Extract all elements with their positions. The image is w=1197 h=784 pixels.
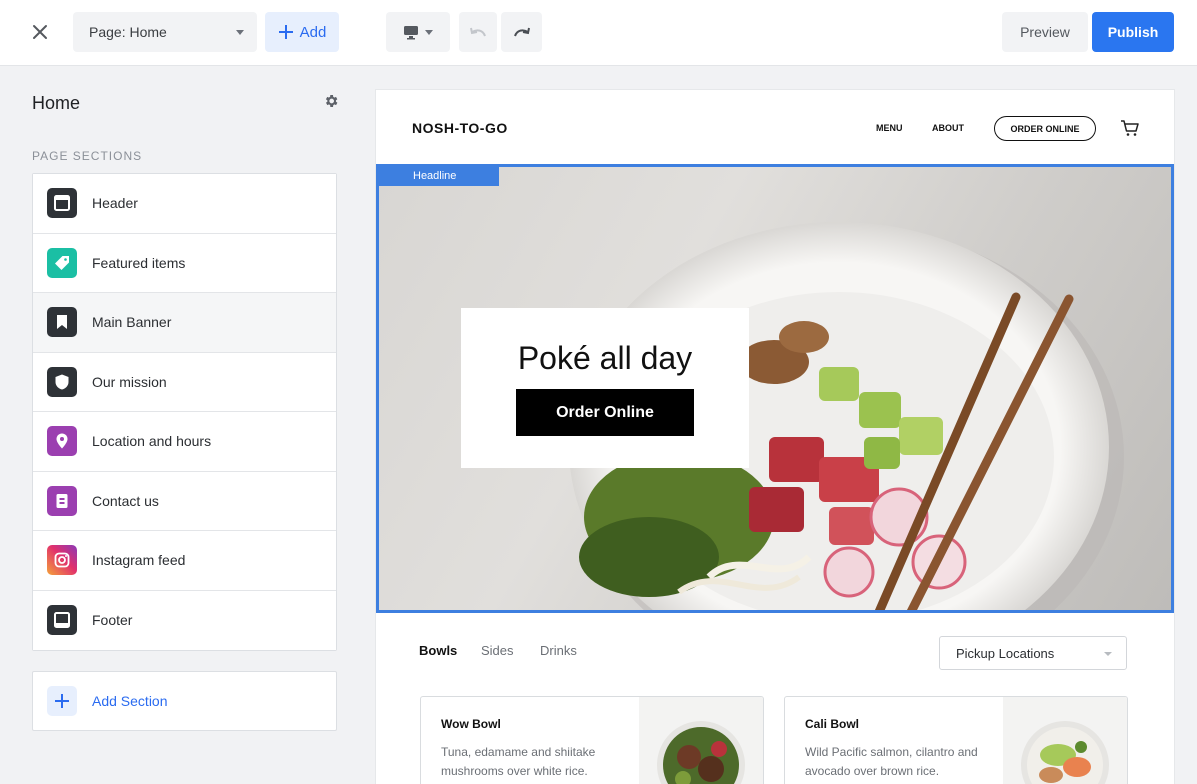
page-select-value: Page: Home: [89, 24, 167, 40]
menu-item-description: Tuna, edamame and shiitake mushrooms ove…: [441, 745, 596, 778]
page-settings-button[interactable]: [323, 93, 339, 109]
publish-button[interactable]: Publish: [1092, 12, 1174, 52]
plus-icon: [47, 686, 77, 716]
add-button[interactable]: Add: [265, 12, 339, 52]
bookmark-icon: [47, 307, 77, 338]
page-select-dropdown[interactable]: Page: Home: [73, 12, 257, 52]
section-item-label: Our mission: [92, 373, 167, 390]
close-button[interactable]: [28, 20, 52, 44]
section-item-instagram-feed[interactable]: Instagram feed: [33, 531, 336, 591]
footer-icon: [47, 605, 77, 636]
section-item-featured-items[interactable]: Featured items: [33, 233, 336, 293]
nav-link-about[interactable]: ABOUT: [932, 123, 964, 133]
page-sections-list: Header Featured items Main Banner Our mi…: [32, 173, 337, 651]
menu-item-thumbnail: [639, 697, 763, 784]
section-item-footer[interactable]: Footer: [33, 590, 336, 650]
section-item-label: Featured items: [92, 254, 186, 271]
menu-item-name: Wow Bowl: [441, 717, 501, 731]
add-section-label: Add Section: [92, 693, 168, 709]
menu-item-card[interactable]: Cali Bowl Wild Pacific salmon, cilantro …: [784, 696, 1128, 784]
section-item-location-and-hours[interactable]: Location and hours: [33, 412, 336, 472]
menu-item-name: Cali Bowl: [805, 717, 860, 731]
section-item-contact-us[interactable]: Contact us: [33, 471, 336, 531]
hero-card[interactable]: Poké all day Order Online: [461, 308, 749, 468]
sidebar: Home PAGE SECTIONS Header Featured items…: [0, 67, 360, 784]
site-preview-canvas: NOSH-TO-GO MENU ABOUT ORDER ONLINE Headl…: [376, 90, 1174, 784]
menu-item-thumbnail: [1003, 697, 1127, 784]
tab-sides[interactable]: Sides: [481, 643, 514, 658]
main-banner-section[interactable]: Headline Poké all day Order Online: [376, 164, 1174, 613]
section-item-label: Footer: [92, 612, 133, 629]
plus-icon: [278, 25, 293, 39]
selection-label-headline: Headline: [379, 167, 499, 186]
site-header[interactable]: NOSH-TO-GO MENU ABOUT ORDER ONLINE: [376, 90, 1174, 164]
bowl-image-icon: [1021, 721, 1109, 784]
bowl-image-icon: [657, 721, 745, 784]
pickup-locations-value: Pickup Locations: [956, 645, 1055, 661]
section-item-label: Main Banner: [92, 314, 172, 331]
header-icon: [47, 188, 77, 219]
tab-drinks[interactable]: Drinks: [540, 643, 577, 658]
site-logo: NOSH-TO-GO: [412, 120, 508, 136]
undo-button[interactable]: [459, 12, 497, 52]
tab-bowls[interactable]: Bowls: [419, 643, 457, 658]
desktop-monitor-icon: [404, 25, 418, 39]
menu-item-description: Wild Pacific salmon, cilantro and avocad…: [805, 745, 978, 778]
section-item-label: Instagram feed: [92, 552, 186, 569]
cart-button[interactable]: [1120, 119, 1140, 137]
chevron-down-icon: [1104, 652, 1112, 656]
section-item-our-mission[interactable]: Our mission: [33, 352, 336, 412]
chevron-down-icon: [236, 30, 244, 35]
menu-item-card[interactable]: Wow Bowl Tuna, edamame and shiitake mush…: [420, 696, 764, 784]
top-toolbar: Page: Home Add Preview Publish: [0, 0, 1197, 66]
shopping-cart-icon: [1121, 120, 1139, 136]
section-item-label: Contact us: [92, 492, 159, 509]
shield-icon: [47, 366, 77, 397]
section-item-label: Header: [92, 195, 138, 212]
section-item-header[interactable]: Header: [33, 174, 336, 234]
pickup-locations-select[interactable]: Pickup Locations: [939, 636, 1127, 670]
page-sections-heading: PAGE SECTIONS: [32, 149, 143, 163]
page-title: Home: [32, 93, 81, 113]
location-pin-icon: [47, 426, 77, 457]
chevron-down-icon: [425, 29, 433, 35]
redo-icon: [513, 27, 530, 37]
add-section-button[interactable]: Add Section: [32, 671, 337, 731]
section-item-main-banner[interactable]: Main Banner: [33, 293, 336, 353]
instagram-icon: [47, 545, 77, 576]
device-preview-dropdown[interactable]: [386, 12, 450, 52]
hero-title: Poké all day: [517, 340, 693, 376]
redo-button[interactable]: [501, 12, 542, 52]
add-button-label: Add: [299, 23, 327, 41]
nav-link-menu[interactable]: MENU: [876, 123, 903, 133]
section-item-label: Location and hours: [92, 433, 212, 450]
hero-order-online-button[interactable]: Order Online: [516, 389, 694, 436]
nav-order-online-button[interactable]: ORDER ONLINE: [994, 116, 1096, 141]
undo-icon: [470, 27, 486, 37]
preview-button[interactable]: Preview: [1002, 12, 1088, 52]
close-icon: [33, 25, 47, 39]
gear-icon: [325, 95, 338, 107]
contact-card-icon: [47, 485, 77, 516]
tag-icon: [47, 247, 77, 278]
